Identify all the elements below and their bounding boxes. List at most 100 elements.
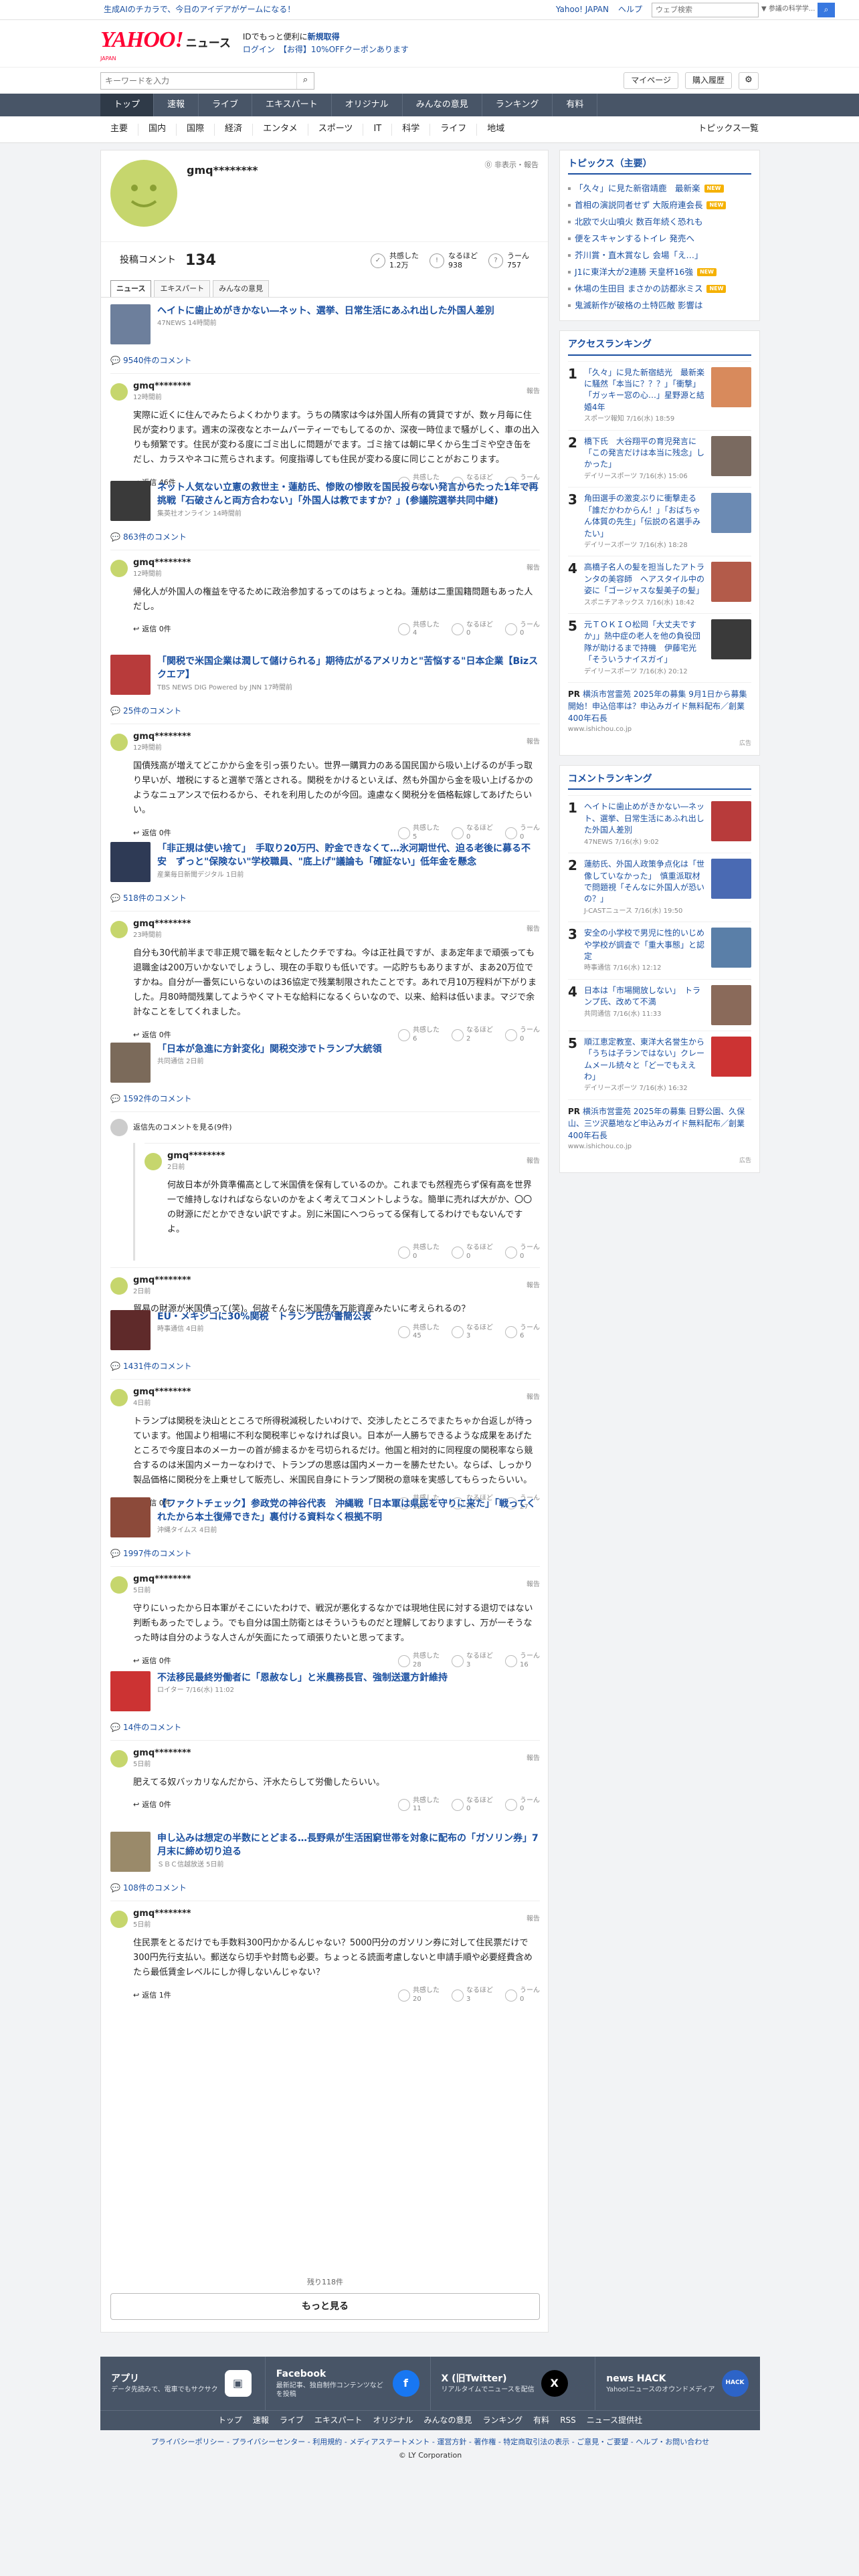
cat-domestic[interactable]: 国内: [138, 123, 177, 136]
article-head[interactable]: 申し込みは想定の半数にとどまる…長野県が生活困窮世帯を対象に配布の「ガソリン券」…: [110, 1832, 540, 1872]
coupon-link[interactable]: 【お得】10%OFFクーポンあります: [279, 45, 409, 54]
reply-button[interactable]: ↩返信 0件: [133, 1030, 171, 1041]
nav-expert[interactable]: エキスパート: [252, 94, 332, 116]
footer-nav-link[interactable]: エキスパート: [314, 2415, 363, 2426]
legal-links[interactable]: プライバシーポリシー - プライバシーセンター - 利用規約 - メディアステー…: [100, 2437, 760, 2448]
comment-user[interactable]: gmq********: [133, 918, 191, 931]
ranking-item[interactable]: 3 角田選手の激変ぶりに衝撃走る「誰だかわからん！」「おばちゃん体質の先生」「伝説…: [568, 487, 751, 556]
article-thumbnail[interactable]: [110, 481, 151, 521]
ad-info[interactable]: 広告: [568, 740, 751, 748]
comment-user[interactable]: gmq********: [133, 1908, 191, 1921]
footer-nav-link[interactable]: みんなの意見: [424, 2415, 472, 2426]
article-comment-count[interactable]: 💬 1431件のコメント: [110, 1361, 540, 1372]
empathy-reaction[interactable]: 共感した 28: [398, 1652, 440, 1669]
empathy-reaction[interactable]: 共感した 20: [398, 1987, 440, 2004]
article-comment-count[interactable]: 💬 1592件のコメント: [110, 1093, 540, 1105]
comment-user[interactable]: gmq********: [133, 557, 191, 570]
article-head[interactable]: 「非正規は使い捨て」 手取り20万円、貯金できなくて…氷河期世代、迫る老後に募る…: [110, 842, 540, 882]
yahoo-japan-link[interactable]: Yahoo! JAPAN: [556, 4, 609, 15]
footer-nav-link[interactable]: 有料: [533, 2415, 549, 2426]
article-title[interactable]: ヘイトに歯止めがきかない―ネット、選挙、日常生活にあふれ出した外国人差別: [157, 304, 494, 318]
article-comment-count[interactable]: 💬 863件のコメント: [110, 532, 540, 543]
ranking-item[interactable]: 1 「久々」に見た新宿結光 最新楽に騒然「本当に？？？」「衝撃」「ガッキー窓の心……: [568, 360, 751, 430]
footer-newshack-card[interactable]: news HACK Yahoo!ニュースのオウンドメディア HACK: [595, 2357, 760, 2410]
search-icon[interactable]: ⌕: [296, 72, 314, 89]
article-comment-count[interactable]: 💬 108件のコメント: [110, 1883, 540, 1894]
login-link[interactable]: ログイン: [243, 45, 275, 54]
article-thumbnail[interactable]: [110, 1671, 151, 1711]
cat-entertainment[interactable]: エンタメ: [253, 123, 308, 136]
article-thumbnail[interactable]: [110, 304, 151, 344]
hmm-reaction[interactable]: うーん 0: [505, 825, 540, 841]
pr-ad[interactable]: PR 横浜市営霊苑 2025年の募集 9月1日から募集開始！申込倍率は？申込みガイ…: [568, 682, 751, 740]
article-head[interactable]: 【ファクトチェック】参政党の神谷代表 沖縄戦「日本軍は県民を守りに来た」「戦って…: [110, 1497, 540, 1537]
article-thumbnail[interactable]: [110, 1043, 151, 1083]
cat-local[interactable]: 地域: [477, 124, 514, 136]
footer-facebook-card[interactable]: Facebook 最新記事、独自制作コンテンツなどを投稿 f: [266, 2357, 431, 2410]
nav-paid[interactable]: 有料: [553, 94, 598, 116]
reply-button[interactable]: ↩返信 0件: [133, 1800, 171, 1810]
hmm-reaction[interactable]: うーん 0: [505, 1797, 540, 1814]
article-title[interactable]: 不法移民最終労働者に「恩赦なし」と米農務長官、強制送還方針維持: [157, 1671, 448, 1685]
empathy-reaction[interactable]: 共感した 5: [398, 825, 440, 841]
nav-ranking[interactable]: ランキング: [482, 94, 553, 116]
footer-nav-link[interactable]: RSS: [560, 2415, 576, 2426]
ranking-item[interactable]: 5 順江恵定教室、東洋大名誉生から「うちは子ランではない」クレームメール続々と「ど…: [568, 1030, 751, 1099]
cat-sports[interactable]: スポーツ: [308, 123, 364, 136]
article-head[interactable]: ネット人気ない立憲の救世主・蓮舫氏、惨敗の惨敗を国民投らない発言からたった1年で…: [110, 481, 540, 521]
tab-expert[interactable]: エキスパート: [154, 280, 211, 297]
nav-breaking[interactable]: 速報: [154, 94, 199, 116]
article-title[interactable]: 「関税で米国企業は潤して儲けられる」期待広がるアメリカと"苦悩する"日本企業【B…: [157, 655, 540, 682]
empathy-reaction[interactable]: 共感した 4: [398, 621, 440, 638]
naruhodo-reaction[interactable]: なるほど 3: [452, 1652, 493, 1669]
topic-item[interactable]: J1に東洋大が2連勝 天皇杯16強 NEW: [568, 263, 751, 280]
topic-item[interactable]: 休場の生田目 まさかの訪都氷ミス NEW: [568, 280, 751, 297]
hide-report-link[interactable]: ⓪ 非表示・報告: [485, 160, 539, 171]
ranking-item[interactable]: 1 ヘイトに歯止めがきかない―ネット、選挙、日常生活にあふれ出した外国人差別 47N…: [568, 795, 751, 853]
ranking-item[interactable]: 4 日本は「市場開放しない」 トランプ氏、改めて不満 共同通信 7/16(水) 11…: [568, 978, 751, 1031]
footer-x-card[interactable]: X (旧Twitter) リアルタイムでニュースを配信 X: [431, 2357, 596, 2410]
hmm-reaction[interactable]: うーん 0: [505, 621, 540, 638]
reply-button[interactable]: ↩返信 0件: [133, 828, 171, 839]
gear-icon[interactable]: ⚙: [739, 72, 759, 90]
nav-live[interactable]: ライブ: [199, 94, 253, 116]
news-search-input[interactable]: [101, 72, 296, 89]
naruhodo-reaction[interactable]: なるほど 3: [452, 1987, 493, 2004]
comment-user[interactable]: gmq********: [133, 381, 191, 393]
report-link[interactable]: 報告: [527, 564, 540, 574]
naruhodo-reaction[interactable]: なるほど 0: [452, 621, 493, 638]
web-search-input[interactable]: [652, 2, 759, 17]
cat-main[interactable]: 主要: [110, 123, 139, 136]
topic-item[interactable]: 「久々」に見た新宿靖鹿 最新楽 NEW: [568, 180, 751, 197]
footer-nav-link[interactable]: ランキング: [483, 2415, 523, 2426]
promo-link[interactable]: 生成AIのチカラで、今日のアイデアがゲームになる！: [104, 4, 295, 15]
comment-user[interactable]: gmq********: [133, 1574, 191, 1586]
hmm-reaction[interactable]: うーん 0: [505, 1027, 540, 1043]
naruhodo-reaction[interactable]: なるほど 0: [452, 1797, 493, 1814]
cat-life[interactable]: ライフ: [430, 123, 478, 136]
cat-economy[interactable]: 経済: [215, 123, 254, 136]
article-title[interactable]: 申し込みは想定の半数にとどまる…長野県が生活困窮世帯を対象に配布の「ガソリン券」…: [157, 1832, 540, 1859]
footer-nav-link[interactable]: ライブ: [280, 2415, 304, 2426]
report-link[interactable]: 報告: [527, 1915, 540, 1925]
hmm-reaction[interactable]: うーん 0: [505, 1987, 540, 2004]
reply-button[interactable]: ↩返信 0件: [133, 1656, 171, 1667]
cat-world[interactable]: 国際: [177, 123, 215, 136]
article-comment-count[interactable]: 💬 1997件のコメント: [110, 1548, 540, 1560]
footer-nav-link[interactable]: トップ: [218, 2415, 242, 2426]
topic-item[interactable]: 芥川賞・直木賞なし 会場「え…」: [568, 247, 751, 263]
article-thumbnail[interactable]: [110, 1832, 151, 1872]
help-link[interactable]: ヘルプ: [618, 4, 642, 15]
report-link[interactable]: 報告: [527, 1393, 540, 1403]
ad-info[interactable]: 広告: [568, 1157, 751, 1166]
report-link[interactable]: 報告: [527, 1281, 540, 1291]
nav-top[interactable]: トップ: [100, 94, 155, 116]
article-head[interactable]: 「関税で米国企業は潤して儲けられる」期待広がるアメリカと"苦悩する"日本企業【B…: [110, 655, 540, 695]
article-comment-count[interactable]: 💬 518件のコメント: [110, 893, 540, 904]
nav-opinions[interactable]: みんなの意見: [403, 94, 482, 116]
article-thumbnail[interactable]: [110, 1310, 151, 1350]
cat-it[interactable]: IT: [363, 123, 393, 136]
footer-nav-link[interactable]: ニュース提供社: [587, 2415, 642, 2426]
mypage-button[interactable]: マイページ: [624, 72, 678, 90]
ranking-item[interactable]: 3 安全の小学校で男児に性的いじめや学校が調査で「重大事態」と認定 時事通信 7/1…: [568, 922, 751, 979]
